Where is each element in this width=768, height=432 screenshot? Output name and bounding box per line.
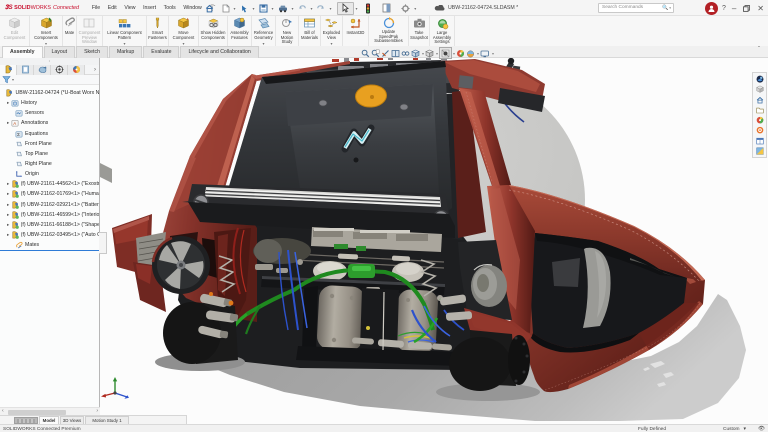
svg-text:Σ: Σ <box>17 132 20 138</box>
svg-text:A: A <box>13 121 16 126</box>
